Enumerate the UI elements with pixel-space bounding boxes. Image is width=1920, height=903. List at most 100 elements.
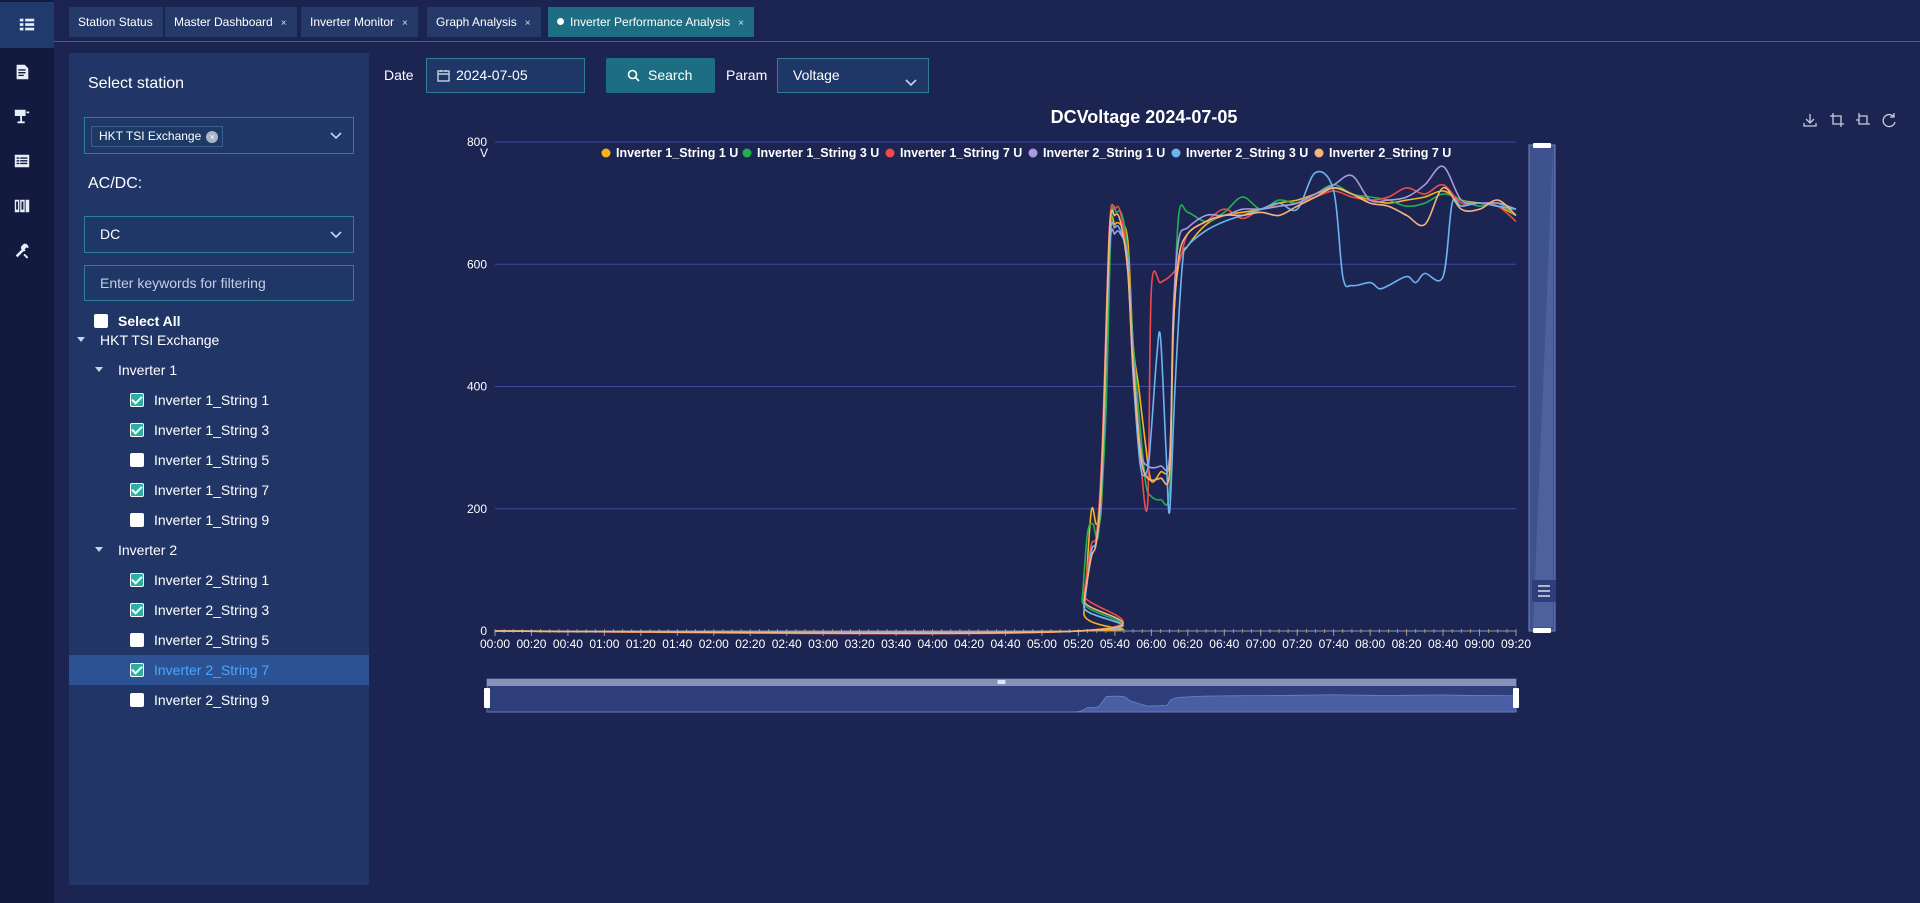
checkbox[interactable] [130,603,144,617]
keyword-filter-input[interactable]: Enter keywords for filtering [84,265,354,301]
tree-item[interactable]: Inverter 2_String 5 [69,625,369,655]
tree-item[interactable]: Inverter 2_String 7 [69,655,369,685]
tab-master-dashboard[interactable]: Master Dashboard × [165,7,297,37]
close-icon[interactable]: × [281,18,287,29]
tab-label: Inverter Performance Analysis [570,15,731,29]
caret-down-icon[interactable] [95,547,103,552]
checkbox[interactable] [130,573,144,587]
x-tick-label: 01:40 [662,637,692,651]
param-select[interactable]: Voltage [777,58,929,93]
tree-group-label: Inverter 1 [118,362,178,378]
caret-down-icon[interactable] [77,337,85,342]
checkbox[interactable] [130,453,144,467]
tree-item-text: Inverter 2_String 9 [154,692,270,708]
station-tag: HKT TSI Exchange × [91,126,224,147]
acdc-value: DC [100,226,121,242]
checkbox[interactable] [130,633,144,647]
station-panel: Select station HKT TSI Exchange × AC/DC: … [69,53,369,885]
tree-item-label: Inverter 2_String 5 [130,625,269,655]
tree-item[interactable]: Inverter 2_String 1 [69,565,369,595]
tools-icon[interactable] [11,240,33,262]
x-tick-label: 06:40 [1209,637,1239,651]
caret-down-icon[interactable] [95,367,103,372]
x-tick-label: 02:40 [772,637,802,651]
tree-item[interactable]: Inverter 2_String 3 [69,595,369,625]
x-tick-label: 00:20 [516,637,546,651]
tab-station-status[interactable]: Station Status [69,7,163,37]
tree-item[interactable]: Inverter 1_String 9 [69,505,369,535]
tree-item-label: Inverter 1_String 9 [130,505,269,535]
x-tick-label: 04:40 [990,637,1020,651]
series-lines [494,165,1517,635]
tree-item-text: Inverter 1_String 3 [154,422,270,438]
checkbox[interactable] [130,483,144,497]
checkbox[interactable] [130,393,144,407]
legend-marker [885,148,895,158]
close-icon[interactable]: × [525,18,531,29]
calendar-icon [437,70,450,82]
tree-item-label: Inverter 1_String 1 [130,385,269,415]
x-tick-label: 05:40 [1100,637,1130,651]
tree-item-label: Inverter 2_String 1 [130,565,269,595]
select-station-label: Select station [88,75,185,92]
legend-marker [1171,148,1181,158]
tree-item[interactable]: Inverter 2_String 9 [69,685,369,715]
x-tick-label: 04:20 [954,637,984,651]
x-tick-label: 04:00 [918,637,948,651]
close-icon[interactable]: × [402,18,408,29]
checkbox[interactable] [130,693,144,707]
search-icon [627,69,640,82]
tab-label: Graph Analysis [436,15,517,29]
acdc-select[interactable]: DC [84,216,354,253]
series-line-3 [494,183,1517,635]
x-tick-label: 01:20 [626,637,656,651]
tree-item[interactable]: Inverter 1_String 5 [69,445,369,475]
chart-legend[interactable]: Inverter 1_String 1 U Inverter 1_String 3… [601,146,1452,160]
tree-item[interactable]: Inverter 1_String 7 [69,475,369,505]
tab-bar: Station Status Master Dashboard × Inverte… [54,0,1920,42]
tab-label: Master Dashboard [174,15,273,29]
icon-rail [0,0,54,903]
x-tick-label: 08:00 [1355,637,1385,651]
library-icon[interactable] [11,195,33,217]
y-tick-label: 600 [467,257,487,271]
tree-root-label: HKT TSI Exchange [100,332,220,348]
tree-item-text: Inverter 2_String 5 [154,632,270,648]
x-tick-label: 07:00 [1246,637,1276,651]
tab-label: Station Status [78,15,153,29]
tree-item-text: Inverter 2_String 3 [154,602,270,618]
checkbox[interactable] [130,513,144,527]
acdc-label: AC/DC: [88,175,143,192]
date-value: 2024-07-05 [456,67,528,83]
tree-root[interactable]: HKT TSI Exchange [69,325,369,355]
checkbox[interactable] [130,423,144,437]
list-icon[interactable] [11,150,33,172]
param-label: Param [726,67,768,83]
x-tick-label: 09:20 [1501,637,1531,651]
legend-item: Inverter 2_String 1 U [1043,146,1165,160]
tree-group-label: Inverter 2 [118,542,178,558]
grid-icon[interactable] [0,2,54,48]
tree-item-text: Inverter 2_String 7 [154,662,270,678]
tab-inverter-performance-analysis[interactable]: Inverter Performance Analysis × [548,7,754,37]
date-input[interactable]: 2024-07-05 [426,58,585,93]
tree-item[interactable]: Inverter 1_String 1 [69,385,369,415]
document-icon[interactable] [11,61,33,83]
date-label: Date [384,67,414,83]
zoom-handle-left [484,688,490,708]
tab-inverter-monitor[interactable]: Inverter Monitor × [301,7,418,37]
tree-item[interactable]: Inverter 1_String 3 [69,415,369,445]
station-select[interactable]: HKT TSI Exchange × [84,117,354,154]
tree-group-2[interactable]: Inverter 2 [69,535,369,565]
legend-item: Inverter 2_String 3 U [1186,146,1308,160]
solar-panel-icon[interactable] [11,105,33,127]
close-icon[interactable]: × [738,18,744,29]
search-button[interactable]: Search [606,58,715,93]
tab-graph-analysis[interactable]: Graph Analysis × [427,7,541,37]
tree-item-text: Inverter 1_String 9 [154,512,270,528]
tag-close-icon[interactable]: × [206,131,219,143]
time-zoom-slider[interactable] [484,678,1519,713]
tree-group-1[interactable]: Inverter 1 [69,355,369,385]
checkbox[interactable] [130,663,144,677]
value-zoom-slider[interactable] [1528,143,1556,633]
